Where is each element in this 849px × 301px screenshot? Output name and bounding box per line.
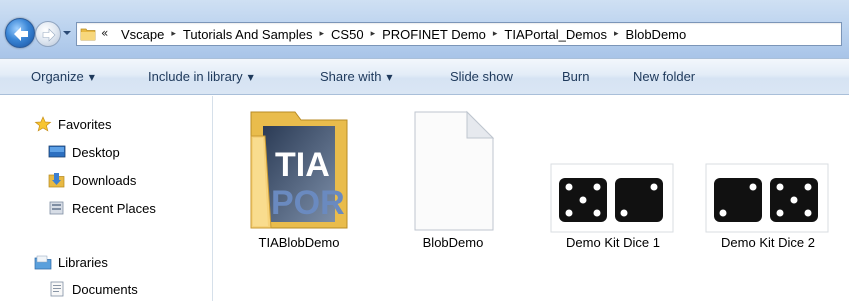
forward-arrow-icon [42, 28, 56, 42]
include-in-library-button[interactable]: Include in library ▼ [148, 69, 254, 84]
nav-item-downloads[interactable]: Downloads [48, 170, 136, 190]
back-arrow-icon [14, 27, 28, 41]
organize-label: Organize [31, 69, 84, 84]
navigation-pane: Favorites Desktop Downloads Recent Place… [0, 96, 213, 301]
downloads-folder-icon [48, 173, 65, 188]
breadcrumb-item-tutorials[interactable]: Tutorials And Samples [179, 27, 317, 42]
nav-item-documents[interactable]: Documents [48, 279, 138, 299]
chevron-down-icon [63, 31, 71, 35]
file-list-view: TIA POR TIABlobDemo BlobDemo Demo Kit Di… [214, 96, 849, 301]
nav-item-desktop[interactable]: Desktop [48, 142, 120, 162]
libraries-icon [34, 255, 52, 270]
address-bar-region: « Vscape ▸ Tutorials And Samples ▸ CS50 … [0, 0, 849, 58]
breadcrumb: Vscape ▸ Tutorials And Samples ▸ CS50 ▸ … [117, 23, 690, 45]
chevron-down-icon: ▼ [88, 73, 95, 82]
file-item-blobdemo[interactable]: BlobDemo [389, 96, 517, 266]
breadcrumb-overflow-button[interactable]: « [101, 26, 108, 40]
slide-show-button[interactable]: Slide show [450, 69, 513, 84]
breadcrumb-item-tiaportal-demos[interactable]: TIAPortal_Demos [500, 27, 611, 42]
breadcrumb-separator[interactable]: ▸ [168, 29, 179, 39]
star-icon [34, 116, 52, 132]
nav-item-label: Downloads [72, 172, 137, 188]
folder-icon [80, 26, 96, 42]
recent-places-icon [49, 201, 64, 215]
recent-pages-dropdown[interactable] [62, 27, 72, 39]
breadcrumb-item-blobdemo[interactable]: BlobDemo [622, 27, 691, 42]
dice-image-icon [549, 106, 677, 234]
dice-image-icon [704, 106, 832, 234]
documents-icon [50, 281, 64, 297]
share-with-button[interactable]: Share with ▼ [320, 69, 393, 84]
file-item-tiablobdemo[interactable]: TIA POR TIABlobDemo [235, 96, 363, 266]
nav-item-libraries[interactable]: Libraries [34, 252, 108, 272]
command-toolbar: Organize ▼ Include in library ▼ Share with… [0, 58, 849, 95]
file-name: TIABlobDemo [258, 235, 340, 250]
file-item-demo-kit-dice-2[interactable]: Demo Kit Dice 2 [704, 96, 832, 266]
new-folder-button[interactable]: New folder [633, 69, 695, 84]
blank-file-icon [389, 106, 517, 234]
chevron-down-icon: ▼ [386, 73, 393, 82]
nav-item-favorites[interactable]: Favorites [34, 114, 111, 134]
nav-item-label: Desktop [72, 144, 120, 160]
breadcrumb-item-vscape[interactable]: Vscape [117, 27, 168, 42]
breadcrumb-separator[interactable]: ▸ [490, 29, 501, 39]
breadcrumb-separator[interactable]: ▸ [611, 29, 622, 39]
chevron-down-icon: ▼ [247, 73, 254, 82]
nav-item-label: Recent Places [72, 200, 156, 216]
file-name: Demo Kit Dice 1 [566, 235, 660, 250]
include-in-library-label: Include in library [148, 69, 243, 84]
nav-item-label: Libraries [58, 254, 108, 270]
breadcrumb-item-cs50[interactable]: CS50 [327, 27, 368, 42]
file-item-demo-kit-dice-1[interactable]: Demo Kit Dice 1 [549, 96, 677, 266]
address-field[interactable]: « Vscape ▸ Tutorials And Samples ▸ CS50 … [76, 22, 842, 46]
file-name: Demo Kit Dice 2 [721, 235, 815, 250]
forward-button[interactable] [35, 21, 61, 47]
breadcrumb-separator[interactable]: ▸ [317, 29, 328, 39]
back-button[interactable] [5, 18, 35, 48]
nav-item-label: Documents [72, 281, 138, 297]
file-name: BlobDemo [422, 235, 484, 250]
share-with-label: Share with [320, 69, 382, 84]
organize-button[interactable]: Organize ▼ [31, 69, 95, 84]
nav-item-label: Favorites [58, 116, 112, 132]
folder-thumbnail-text: POR [271, 184, 345, 222]
burn-button[interactable]: Burn [562, 69, 589, 84]
desktop-icon [48, 145, 66, 158]
folder-icon: TIA POR [235, 106, 363, 234]
breadcrumb-item-profinet-demo[interactable]: PROFINET Demo [378, 27, 490, 42]
nav-item-recent-places[interactable]: Recent Places [48, 198, 156, 218]
folder-thumbnail-text: TIA [275, 146, 330, 184]
breadcrumb-separator[interactable]: ▸ [368, 29, 379, 39]
